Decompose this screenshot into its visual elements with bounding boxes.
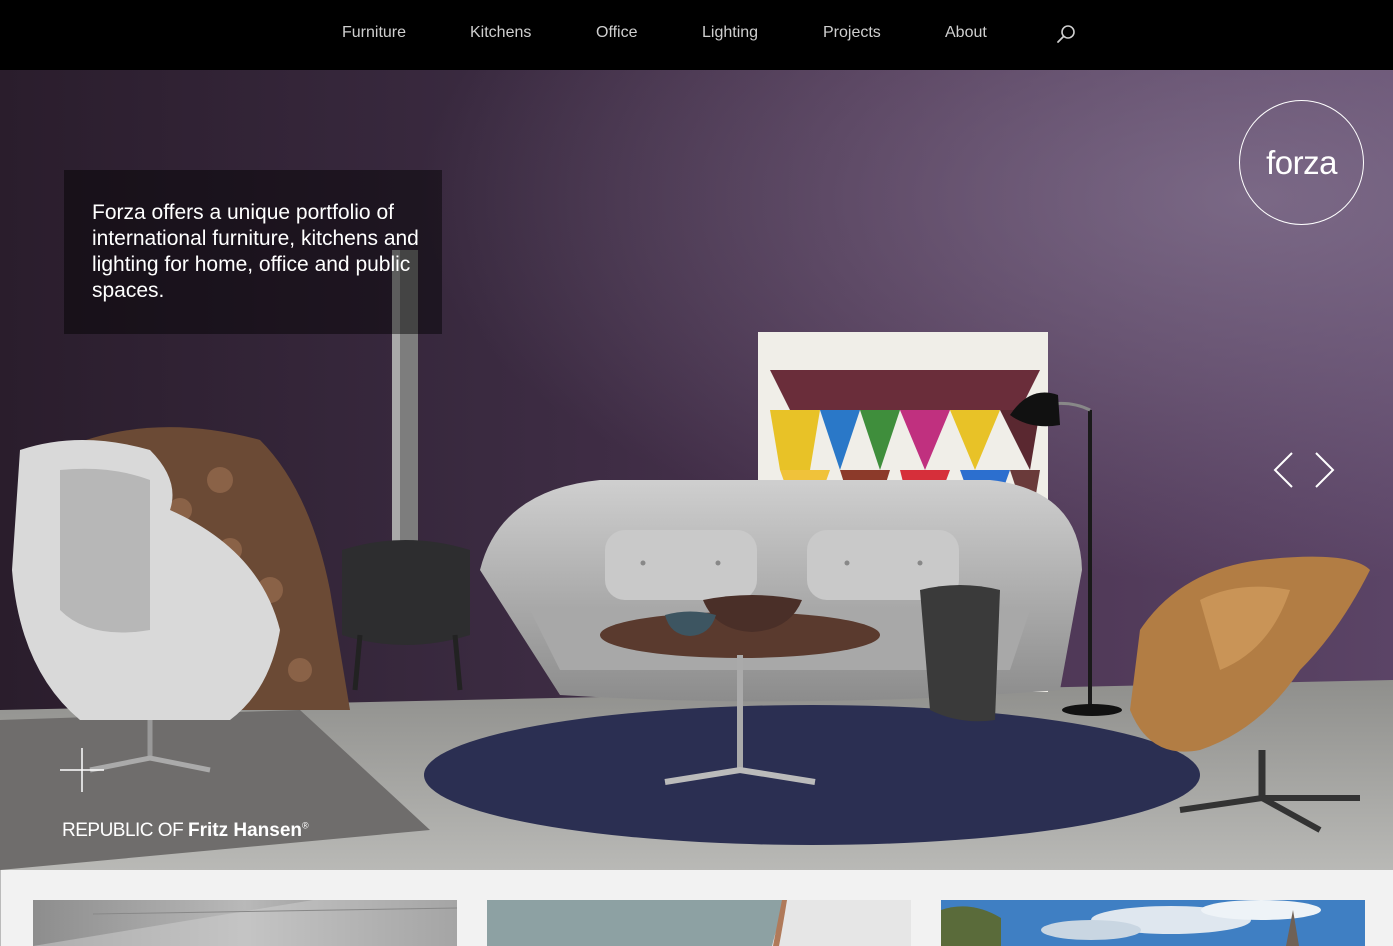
forza-logo[interactable]: forza xyxy=(1239,100,1364,225)
chevron-left-icon[interactable] xyxy=(1270,450,1298,490)
nav-item-projects[interactable]: Projects xyxy=(823,24,881,42)
intro-text: Forza offers a unique portfolio of inter… xyxy=(92,201,419,302)
hero-banner: Forza offers a unique portfolio of inter… xyxy=(0,70,1393,870)
plus-icon[interactable] xyxy=(60,748,104,792)
top-navigation: Furniture Kitchens Office Lighting Proje… xyxy=(0,0,1393,70)
nav-item-about[interactable]: About xyxy=(945,24,987,42)
intro-panel: Forza offers a unique portfolio of inter… xyxy=(64,170,442,334)
brand-credit: REPUBLIC OF Fritz Hansen® xyxy=(62,820,309,842)
brand-mark: ® xyxy=(302,820,309,831)
search-icon[interactable] xyxy=(1054,22,1078,46)
nav-item-kitchens[interactable]: Kitchens xyxy=(470,24,531,42)
nav-item-office[interactable]: Office xyxy=(596,24,638,42)
sky-tile[interactable] xyxy=(941,900,1365,946)
fabric-tile[interactable] xyxy=(487,900,911,946)
brand-name: Fritz Hansen xyxy=(187,820,303,841)
chevron-right-icon[interactable] xyxy=(1310,450,1338,490)
logo-text: forza xyxy=(1266,143,1337,181)
nav-item-furniture[interactable]: Furniture xyxy=(342,24,406,42)
nav-item-lighting[interactable]: Lighting xyxy=(702,24,758,42)
featured-tiles xyxy=(0,870,1393,946)
brand-prefix: REPUBLIC OF xyxy=(62,820,188,841)
architecture-tile[interactable] xyxy=(33,900,457,946)
